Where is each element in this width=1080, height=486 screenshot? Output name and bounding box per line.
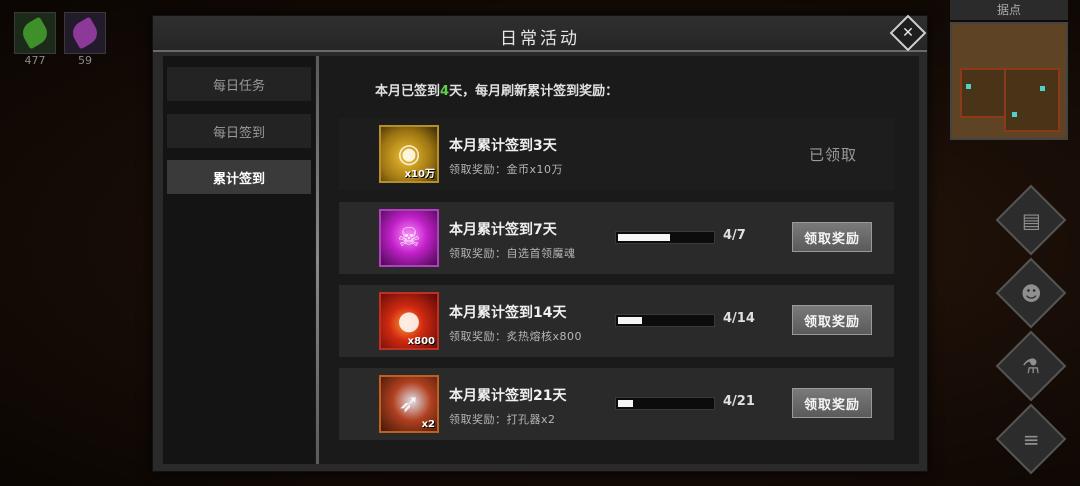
reward-row: ☠ 本月累计签到7天 领取奖励：自选首领魔魂 4/7 领取奖励 — [339, 202, 894, 274]
purple-feather-icon — [68, 16, 102, 50]
claim-reward-button[interactable]: 领取奖励 — [792, 305, 872, 335]
progress-fill — [618, 400, 633, 407]
progress-text: 4/14 — [723, 311, 755, 326]
tab-sidebar: 每日任务 每日签到 累计签到 — [163, 56, 315, 464]
reward-title: 本月累计签到14天 — [449, 305, 567, 321]
progress-fill — [618, 317, 643, 324]
claim-reward-button[interactable]: 领取奖励 — [792, 388, 872, 418]
reward-qty: x10万 — [404, 169, 435, 180]
menu-list-icon: ≡ — [1022, 426, 1040, 451]
reward-title: 本月累计签到21天 — [449, 388, 567, 404]
reward-subtitle: 领取奖励：自选首领魔魂 — [449, 247, 576, 260]
quest-scroll-icon: ▤ — [1021, 208, 1041, 232]
reward-title: 本月累计签到3天 — [449, 138, 557, 154]
minimap[interactable] — [950, 22, 1068, 140]
reward-panel: 本月已签到4天，每月刷新累计签到奖励： ◉ x10万 本月累计签到3天 领取奖励… — [323, 56, 919, 464]
claimed-status: 已领取 — [809, 146, 858, 164]
progress-fill — [618, 234, 670, 241]
progress-text: 4/21 — [723, 394, 755, 409]
reward-subtitle: 领取奖励：炙热熔核x800 — [449, 330, 583, 343]
daily-activity-dialog: 日常活动 ✕ 每日任务 每日签到 累计签到 本月已签到4天，每月刷新累计签到奖励… — [152, 14, 928, 472]
minimap-marker — [1012, 112, 1017, 117]
resource-count-purple: 59 — [78, 54, 92, 67]
tab-daily-tasks[interactable]: 每日任务 — [167, 67, 311, 101]
tab-daily-checkin[interactable]: 每日签到 — [167, 114, 311, 148]
molten-core-icon[interactable]: ● x800 — [379, 292, 439, 350]
summary-suffix: 天，每月刷新累计签到奖励： — [449, 84, 619, 99]
claim-reward-button[interactable]: 领取奖励 — [792, 222, 872, 252]
friends-icon: ☻ — [1020, 280, 1042, 305]
minimap-room — [1004, 68, 1060, 132]
skull-glyph: ☠ — [397, 223, 421, 253]
resource-count-green: 477 — [24, 54, 46, 67]
reward-row: ● x800 本月累计签到14天 领取奖励：炙热熔核x800 4/14 领取奖励 — [339, 285, 894, 357]
reward-qty: x800 — [407, 336, 435, 347]
checkin-summary: 本月已签到4天，每月刷新累计签到奖励： — [375, 80, 618, 99]
tab-cumulative-checkin[interactable]: 累计签到 — [167, 160, 311, 194]
progress-text: 4/7 — [723, 228, 746, 243]
minimap-marker — [966, 84, 971, 89]
reward-subtitle: 领取奖励：金币x10万 — [449, 163, 564, 176]
progress-bar — [615, 314, 715, 327]
summary-prefix: 本月已签到 — [375, 84, 441, 99]
blade-glyph: ➶ — [398, 389, 420, 419]
orb-glyph: ● — [397, 306, 421, 336]
potion-icon: ⚗ — [1022, 354, 1040, 378]
dialog-body: 每日任务 每日签到 累计签到 本月已签到4天，每月刷新累计签到奖励： ◉ x10… — [163, 56, 919, 464]
minimap-label: 据点 — [950, 0, 1068, 20]
reward-row: ➶ x2 本月累计签到21天 领取奖励：打孔器x2 4/21 领取奖励 — [339, 368, 894, 440]
reward-qty: x2 — [421, 419, 435, 430]
gold-coins-icon[interactable]: ◉ x10万 — [379, 125, 439, 183]
green-gem-icon — [18, 16, 52, 50]
progress-bar — [615, 397, 715, 410]
minimap-marker — [1040, 86, 1045, 91]
sidebar-divider — [316, 56, 319, 464]
resource-slot-purple[interactable] — [64, 12, 106, 54]
progress-bar — [615, 231, 715, 244]
boss-soul-icon[interactable]: ☠ — [379, 209, 439, 267]
reward-title: 本月累计签到7天 — [449, 222, 557, 238]
dialog-title: 日常活动 — [500, 29, 580, 49]
reward-row: ◉ x10万 本月累计签到3天 领取奖励：金币x10万 已领取 — [339, 118, 894, 190]
reward-subtitle: 领取奖励：打孔器x2 — [449, 413, 556, 426]
drill-icon[interactable]: ➶ x2 — [379, 375, 439, 433]
dialog-header: 日常活动 ✕ — [153, 14, 927, 52]
close-icon: ✕ — [902, 25, 914, 41]
resource-slot-green[interactable] — [14, 12, 56, 54]
summary-days: 4 — [440, 84, 450, 99]
